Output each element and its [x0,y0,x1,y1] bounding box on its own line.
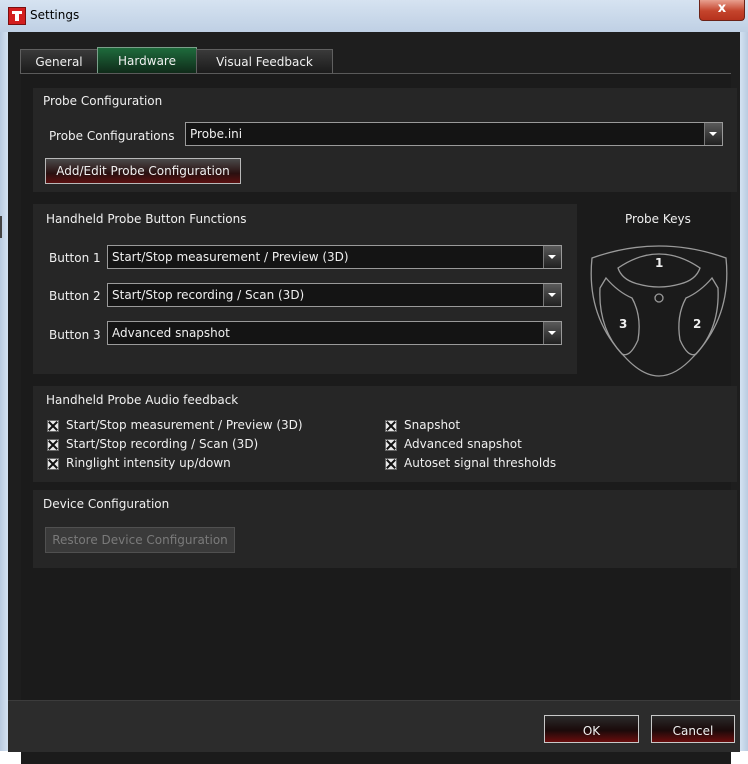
restore-device-configuration-button[interactable]: Restore Device Configuration [45,527,235,553]
chevron-down-icon[interactable] [543,322,561,344]
window-frame-right [740,32,748,751]
tab-visual-feedback[interactable]: Visual Feedback [196,49,333,74]
window-title: Settings [30,8,80,22]
audio-advanced-snapshot-checkbox[interactable] [385,439,397,451]
button-1-label: Button 1 [49,251,101,265]
ok-button[interactable]: OK [544,715,639,743]
button-3-dropdown[interactable]: Advanced snapshot [107,321,562,345]
button-3-label: Button 3 [49,328,101,342]
button-functions-title: Handheld Probe Button Functions [46,212,247,226]
button-2-dropdown[interactable]: Start/Stop recording / Scan (3D) [107,283,562,307]
tab-general[interactable]: General [20,49,98,74]
probe-configurations-dropdown[interactable]: Probe.ini [185,122,723,146]
app-logo-icon [8,7,26,25]
audio-advanced-snapshot-label: Advanced snapshot [404,437,522,451]
probe-key-2: 2 [693,317,701,331]
button-1-dropdown[interactable]: Start/Stop measurement / Preview (3D) [107,245,562,269]
window-frame-grip [0,216,2,238]
window-frame-left [0,32,8,751]
audio-measurement-checkbox[interactable] [47,420,59,432]
audio-recording-label: Start/Stop recording / Scan (3D) [66,437,259,451]
audio-autoset-label: Autoset signal thresholds [404,456,557,470]
tab-hardware[interactable]: Hardware [97,47,197,74]
add-edit-probe-configuration-button[interactable]: Add/Edit Probe Configuration [45,158,241,184]
audio-ringlight-checkbox[interactable] [47,458,59,470]
probe-keys-diagram-icon: 1 2 3 [590,245,728,377]
title-bar [0,0,748,33]
chevron-down-icon[interactable] [704,123,722,145]
button-3-value: Advanced snapshot [112,326,230,340]
audio-measurement-label: Start/Stop measurement / Preview (3D) [66,418,303,432]
button-2-label: Button 2 [49,289,101,303]
device-configuration-title: Device Configuration [43,497,170,511]
probe-key-3: 3 [619,317,627,331]
audio-snapshot-checkbox[interactable] [385,420,397,432]
button-2-value: Start/Stop recording / Scan (3D) [112,288,305,302]
probe-key-1: 1 [655,256,663,270]
probe-configurations-label: Probe Configurations [49,129,175,143]
audio-feedback-title: Handheld Probe Audio feedback [46,393,239,407]
audio-snapshot-label: Snapshot [404,418,461,432]
audio-autoset-checkbox[interactable] [385,458,397,470]
button-1-value: Start/Stop measurement / Preview (3D) [112,250,349,264]
audio-ringlight-label: Ringlight intensity up/down [66,456,231,470]
probe-configuration-title: Probe Configuration [43,94,163,108]
chevron-down-icon[interactable] [543,284,561,306]
chevron-down-icon[interactable] [543,246,561,268]
close-button[interactable]: x [699,0,745,21]
cancel-button[interactable]: Cancel [651,715,735,743]
probe-keys-title: Probe Keys [625,212,691,226]
audio-recording-checkbox[interactable] [47,439,59,451]
probe-configurations-value: Probe.ini [190,127,243,141]
